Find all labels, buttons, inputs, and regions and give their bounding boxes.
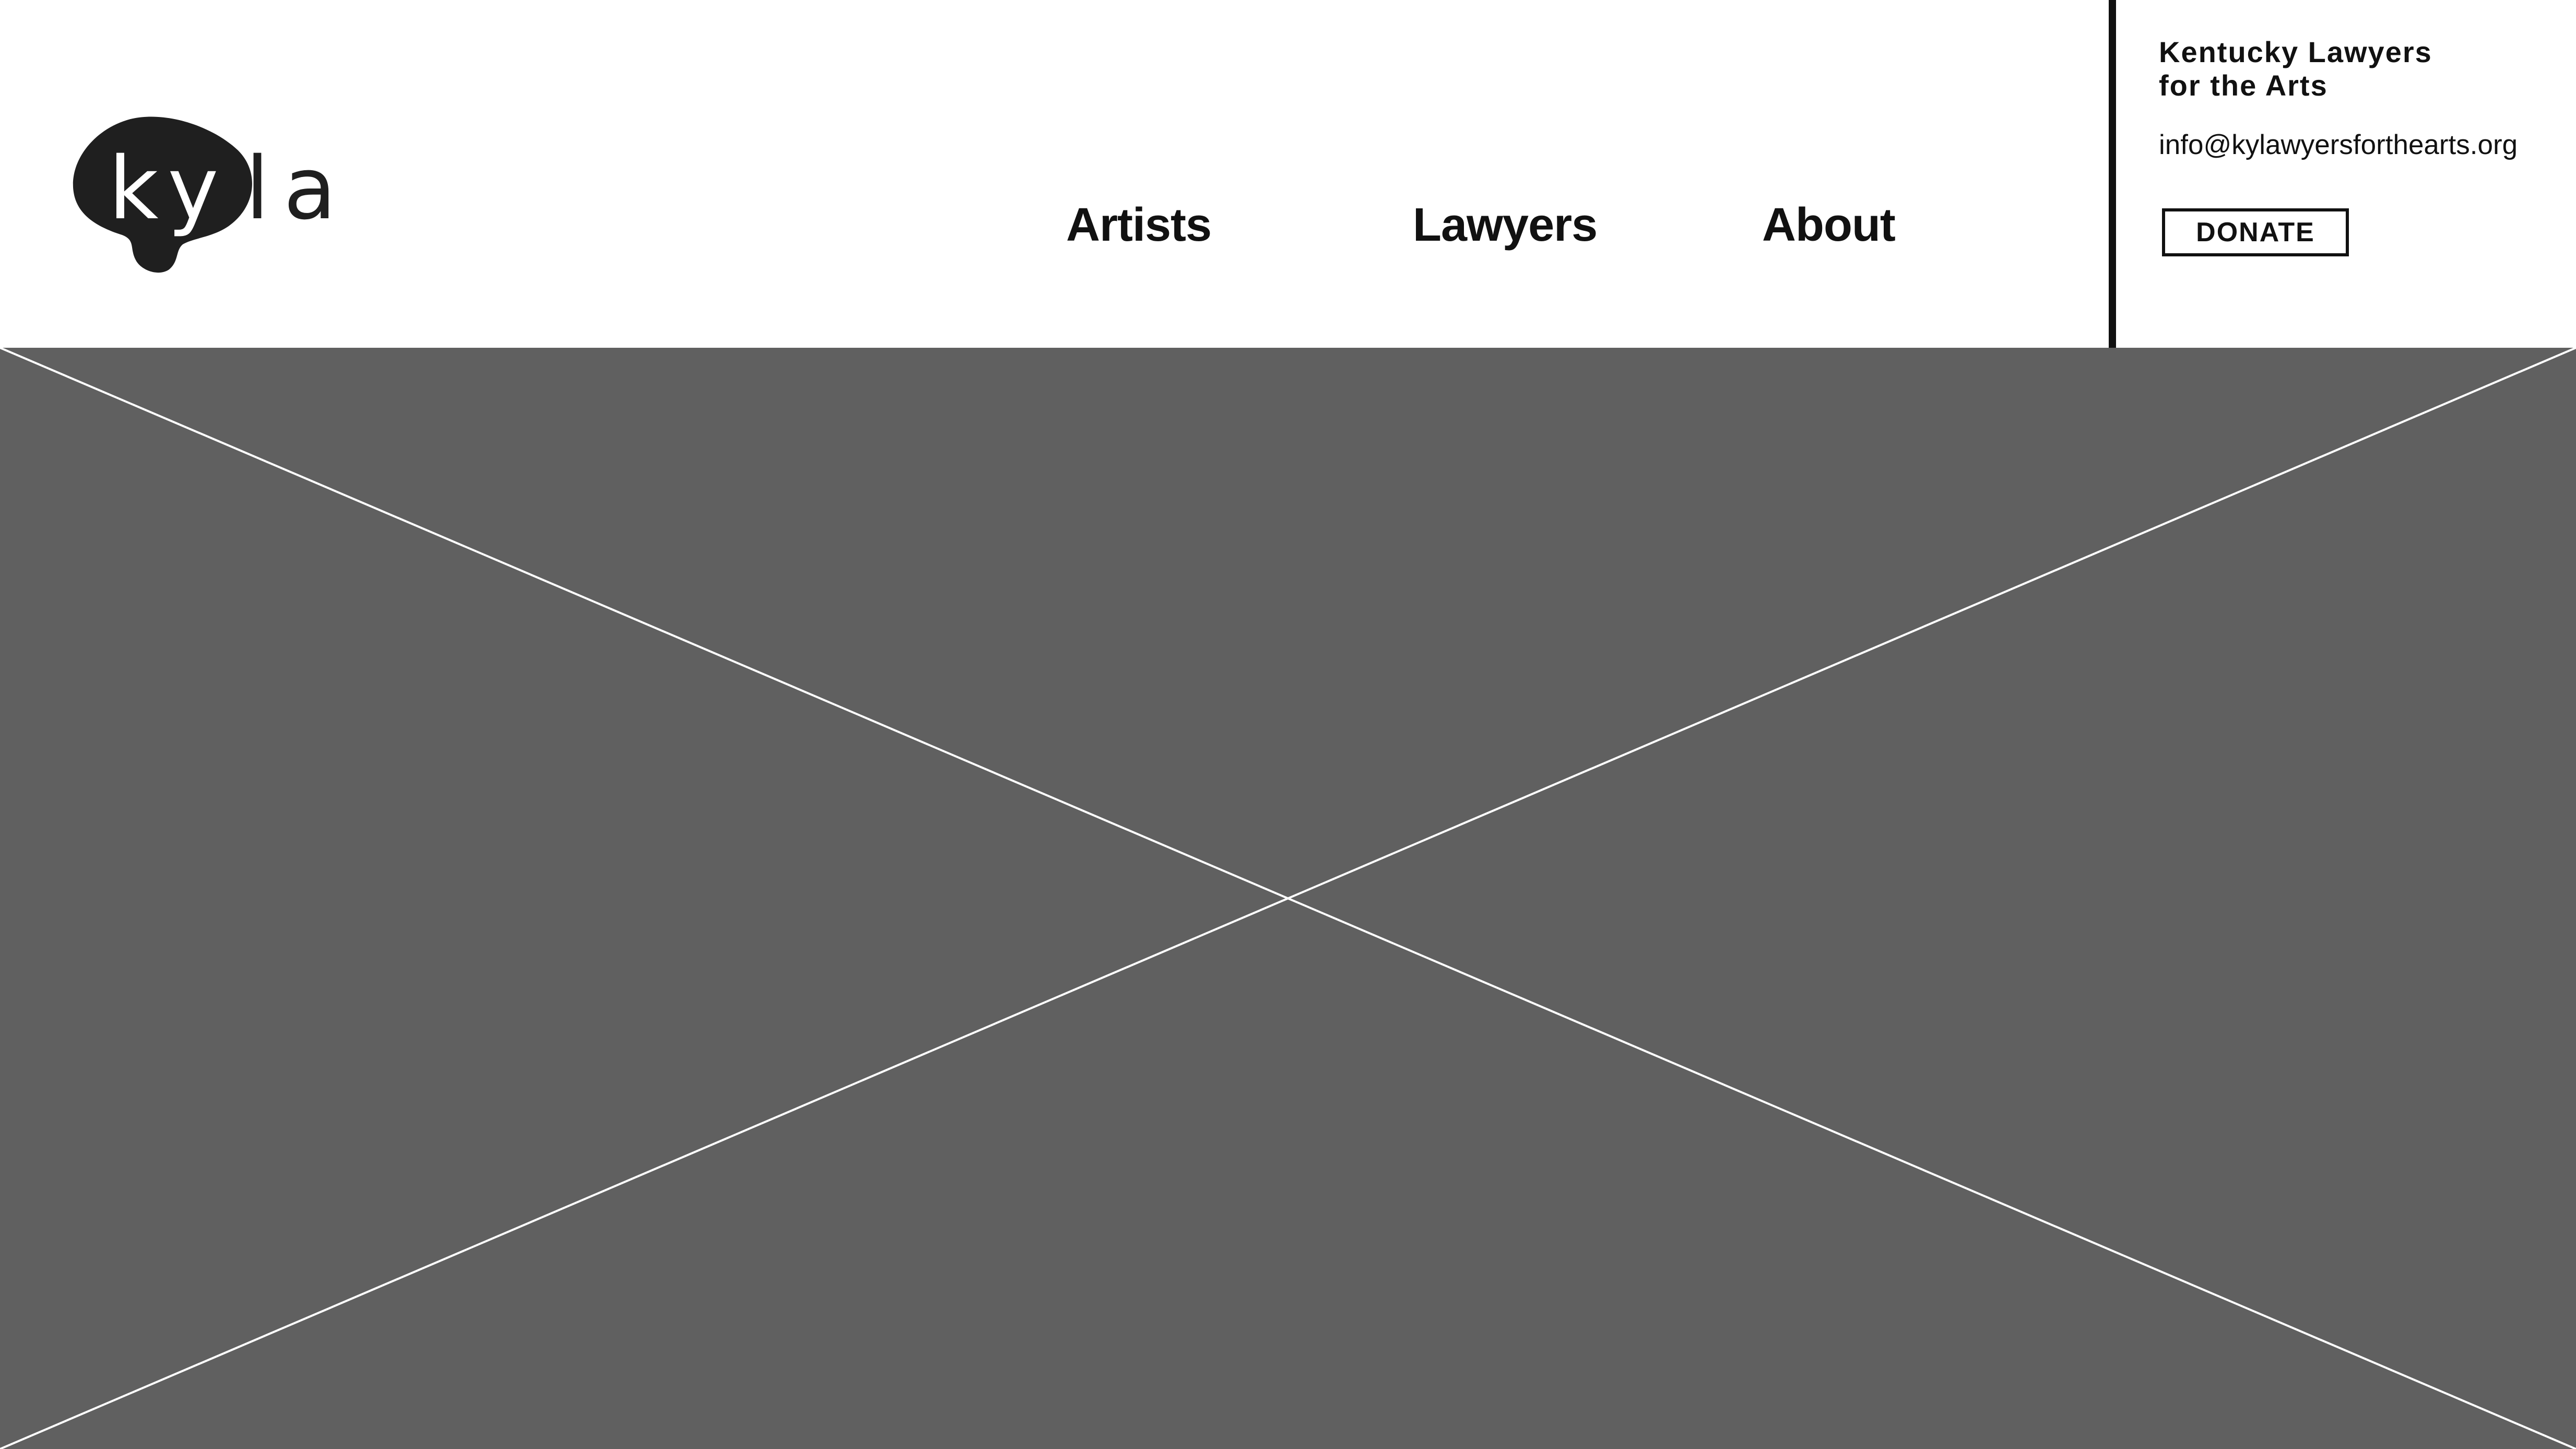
- site-header: k y l a Artists Lawyers About Kentucky L…: [0, 0, 2576, 348]
- contact-email-link[interactable]: info@kylawyersforthearts.org: [2159, 129, 2518, 161]
- org-name: Kentucky Lawyers for the Arts: [2159, 36, 2556, 102]
- hero-image-placeholder: [0, 348, 2576, 1449]
- nav-about-link[interactable]: About: [1762, 198, 1896, 252]
- cross-placeholder-icon: [0, 348, 2576, 1449]
- nav-artists-link[interactable]: Artists: [1066, 198, 1212, 252]
- org-name-line2: for the Arts: [2159, 69, 2328, 102]
- logo-letter-a: a: [283, 138, 336, 239]
- logo-letter-k: k: [109, 138, 159, 239]
- header-divider: [2109, 0, 2116, 348]
- logo-letter-l: l: [245, 138, 269, 239]
- logo-letter-y: y: [168, 138, 219, 239]
- donate-button[interactable]: DONATE: [2162, 208, 2349, 256]
- page: k y l a Artists Lawyers About Kentucky L…: [0, 0, 2576, 1449]
- nav-lawyers-link[interactable]: Lawyers: [1413, 198, 1598, 252]
- kyla-logo-icon: k y l a: [73, 116, 336, 273]
- home-logo-link[interactable]: k y l a: [72, 114, 344, 273]
- org-name-line1: Kentucky Lawyers: [2159, 36, 2432, 68]
- ink-blob-shape: [73, 116, 252, 273]
